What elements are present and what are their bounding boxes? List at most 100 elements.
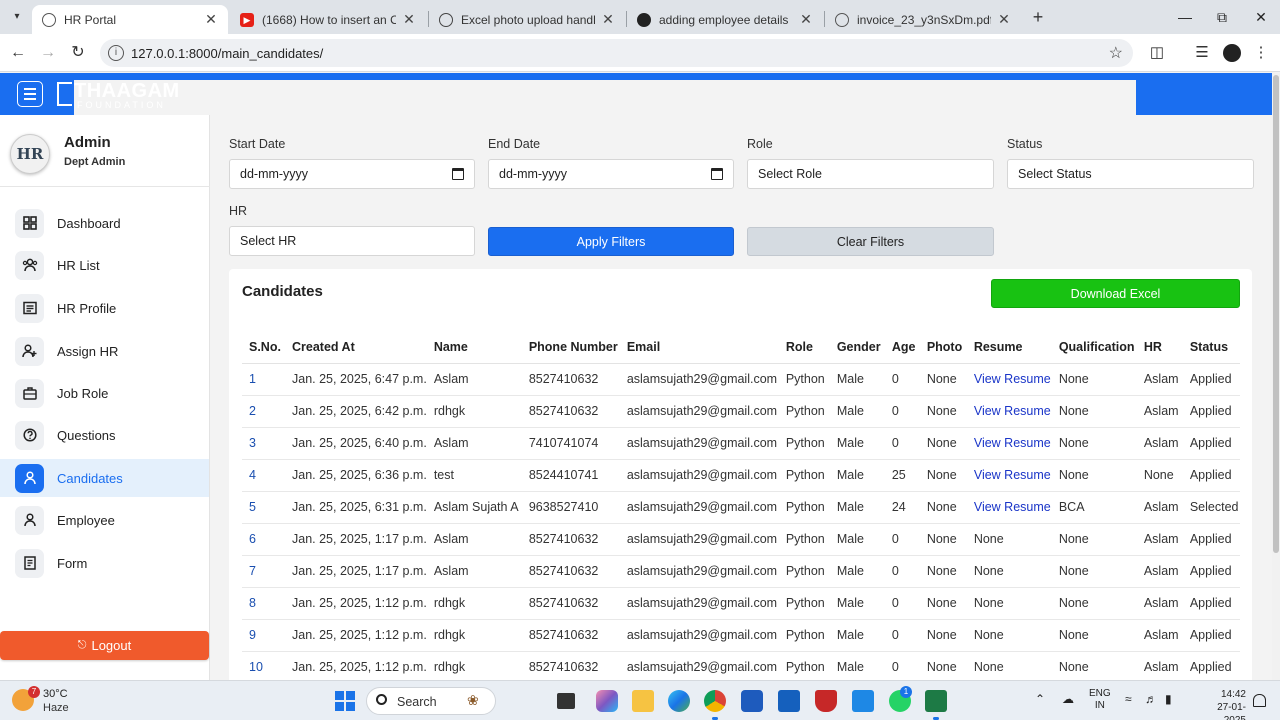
- table-cell: Aslam: [426, 363, 522, 396]
- chrome-icon[interactable]: [704, 690, 726, 712]
- browser-tab-github[interactable]: adding employee details · Issue ✕: [627, 5, 823, 34]
- table-cell: 7410741074: [521, 427, 620, 460]
- column-header: Photo: [919, 331, 967, 364]
- start-date-label: Start Date: [229, 137, 286, 151]
- sidebar-item-form[interactable]: Form: [0, 544, 209, 582]
- role-select[interactable]: Select Role: [747, 159, 994, 189]
- windows-start-icon[interactable]: [335, 691, 355, 711]
- sidebar-item-employee[interactable]: Employee: [0, 501, 209, 539]
- browser-menu-icon[interactable]: ⋮: [1251, 43, 1271, 63]
- profile-avatar-icon[interactable]: [1223, 44, 1241, 62]
- file-explorer-icon[interactable]: [632, 690, 654, 712]
- sidebar-item-dashboard[interactable]: Dashboard: [0, 204, 209, 242]
- calendar-icon[interactable]: [452, 168, 464, 180]
- close-tab-icon[interactable]: ✕: [799, 11, 813, 28]
- vscode-icon[interactable]: [852, 690, 874, 712]
- restore-icon[interactable]: ⧉: [1210, 7, 1234, 27]
- column-header: Created At: [285, 331, 427, 364]
- url-text[interactable]: 127.0.0.1:8000/main_candidates/: [131, 46, 323, 61]
- table-cell: 8527410632: [521, 555, 620, 588]
- excel-icon[interactable]: [925, 690, 947, 712]
- table-cell: Applied: [1182, 587, 1240, 620]
- sidebar-item-hr-profile[interactable]: HR Profile: [0, 289, 209, 327]
- close-window-icon[interactable]: ✕: [1249, 7, 1273, 27]
- edge-icon[interactable]: [668, 690, 690, 712]
- browser-tab-excel-photo[interactable]: Excel photo upload handling ✕: [429, 5, 625, 34]
- page-scrollbar[interactable]: [1272, 73, 1280, 680]
- microsoft-store-icon[interactable]: [741, 690, 763, 712]
- hamburger-menu-icon[interactable]: [17, 81, 43, 107]
- hr-select[interactable]: Select HR: [229, 226, 475, 256]
- sidebar-item-questions[interactable]: Questions: [0, 416, 209, 454]
- apply-filters-button[interactable]: Apply Filters: [488, 227, 734, 256]
- view-resume-link[interactable]: View Resume: [966, 395, 1052, 428]
- close-tab-icon[interactable]: ✕: [204, 11, 218, 28]
- extensions-icon[interactable]: ◫: [1147, 43, 1167, 63]
- notification-bell-icon[interactable]: [1253, 694, 1266, 707]
- volume-icon[interactable]: ♬: [1145, 692, 1157, 706]
- view-resume-link[interactable]: View Resume: [966, 363, 1052, 396]
- close-tab-icon[interactable]: ✕: [601, 11, 615, 28]
- reload-icon[interactable]: ↻: [68, 43, 88, 63]
- taskbar-search[interactable]: Search ❀: [366, 687, 496, 715]
- clear-filters-button[interactable]: Clear Filters: [747, 227, 994, 256]
- view-resume-link[interactable]: View Resume: [966, 459, 1052, 492]
- sidebar-item-label: HR List: [57, 257, 100, 273]
- system-clock[interactable]: 14:42 27-01-2025: [1204, 688, 1246, 720]
- sidebar-item-label: Candidates: [57, 470, 123, 486]
- back-icon[interactable]: ←: [8, 43, 28, 63]
- calendar-icon[interactable]: [711, 168, 723, 180]
- browser-tab-hr-portal[interactable]: HR Portal ✕: [32, 5, 228, 34]
- table-cell: 0: [884, 363, 920, 396]
- table-cell: Applied: [1182, 427, 1240, 460]
- wifi-icon[interactable]: ≈: [1125, 692, 1132, 706]
- show-hidden-icons-icon[interactable]: ⌃: [1035, 692, 1045, 706]
- role-label: Role: [747, 137, 773, 151]
- site-info-icon[interactable]: i: [108, 45, 124, 61]
- view-resume-link[interactable]: View Resume: [966, 427, 1052, 460]
- minimize-icon[interactable]: —: [1173, 7, 1197, 27]
- tab-title: Excel photo upload handling: [461, 12, 595, 27]
- table-cell: None: [919, 651, 967, 680]
- start-date-input[interactable]: dd-mm-yyyy: [229, 159, 475, 189]
- end-date-input[interactable]: dd-mm-yyyy: [488, 159, 734, 189]
- table-cell: 0: [884, 427, 920, 460]
- weather-condition: Haze: [43, 702, 69, 714]
- browser-tab-youtube[interactable]: ▶ (1668) How to insert an Object ✕: [230, 5, 426, 34]
- task-view-icon[interactable]: [557, 693, 575, 709]
- sidebar-item-hr-list[interactable]: HR List: [0, 246, 209, 284]
- mcafee-icon[interactable]: [815, 690, 837, 712]
- sidebar-item-assign-hr[interactable]: Assign HR: [0, 332, 209, 370]
- briefcase-icon: [15, 378, 44, 408]
- status-select[interactable]: Select Status: [1007, 159, 1254, 189]
- scrollbar-thumb[interactable]: [1273, 75, 1279, 553]
- table-cell: Male: [829, 555, 885, 588]
- address-bar[interactable]: i 127.0.0.1:8000/main_candidates/ ☆: [100, 39, 1133, 67]
- table-cell: Jan. 25, 2025, 6:42 p.m.: [285, 395, 427, 428]
- table-cell: 1: [242, 363, 285, 396]
- onedrive-icon[interactable]: ☁: [1062, 692, 1074, 706]
- sidebar-item-candidates[interactable]: Candidates: [0, 459, 209, 497]
- question-icon: [15, 420, 44, 450]
- pen-app-icon[interactable]: [778, 690, 800, 712]
- table-cell: None: [919, 459, 967, 492]
- copilot-icon[interactable]: [596, 690, 618, 712]
- view-resume-link[interactable]: View Resume: [966, 491, 1052, 524]
- column-header: Name: [426, 331, 522, 364]
- table-cell: 4: [242, 459, 285, 492]
- bookmark-star-icon[interactable]: ☆: [1109, 43, 1123, 63]
- new-tab-icon[interactable]: +: [1028, 7, 1048, 27]
- table-cell: 8527410632: [521, 395, 620, 428]
- forward-icon[interactable]: →: [38, 43, 58, 63]
- download-excel-button[interactable]: Download Excel: [991, 279, 1240, 308]
- language-indicator[interactable]: ENG IN: [1089, 688, 1111, 712]
- sidebar-item-job-role[interactable]: Job Role: [0, 374, 209, 412]
- tab-search-icon[interactable]: ▾: [6, 8, 28, 26]
- media-controls-icon[interactable]: ☰: [1192, 43, 1212, 63]
- user-profile-box: HR Admin Dept Admin: [0, 115, 210, 187]
- logout-button[interactable]: ⎋ Logout: [0, 631, 209, 660]
- close-tab-icon[interactable]: ✕: [997, 11, 1011, 28]
- close-tab-icon[interactable]: ✕: [402, 11, 416, 28]
- battery-icon[interactable]: ▮: [1165, 692, 1172, 706]
- browser-tab-invoice[interactable]: invoice_23_y3nSxDm.pdf ✕: [825, 5, 1021, 34]
